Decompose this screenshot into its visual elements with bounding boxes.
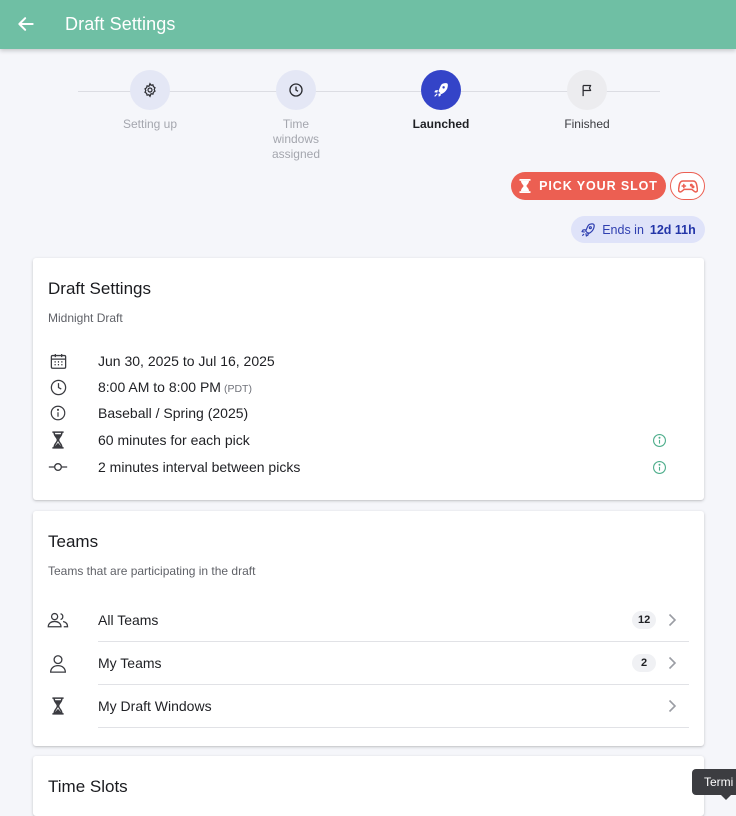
info-circle-icon bbox=[652, 460, 666, 474]
gamepad-button[interactable] bbox=[670, 172, 705, 200]
step-label: Finished bbox=[564, 117, 610, 131]
group-icon bbox=[47, 612, 69, 628]
step-finished: Finished bbox=[537, 70, 637, 132]
hours-text: 8:00 AM to 8:00 PM bbox=[98, 379, 221, 395]
setting-row-dates: Jun 30, 2025 to Jul 16, 2025 bbox=[33, 348, 704, 374]
tooltip-arrow bbox=[720, 794, 732, 800]
pick-your-slot-button[interactable]: PICK YOUR SLOT bbox=[511, 172, 666, 200]
row-icon bbox=[47, 456, 69, 478]
pick-your-slot-label: PICK YOUR SLOT bbox=[539, 179, 658, 193]
hourglass-icon bbox=[52, 431, 64, 449]
count-badge: 12 bbox=[632, 611, 657, 629]
step-circle bbox=[567, 70, 607, 110]
step-setting-up: Setting up bbox=[100, 70, 200, 132]
card-subtitle: Teams that are participating in the draf… bbox=[48, 564, 256, 578]
setting-text: Baseball / Spring (2025) bbox=[98, 405, 249, 421]
pick-time-info-button[interactable] bbox=[651, 432, 667, 448]
info-circle-icon bbox=[652, 433, 666, 447]
step-launched: Launched bbox=[391, 70, 491, 132]
rocket-icon bbox=[434, 83, 448, 97]
hourglass-icon bbox=[52, 697, 64, 715]
all-teams-item[interactable]: All Teams 12 bbox=[33, 599, 704, 642]
calendar-icon bbox=[50, 353, 66, 369]
step-circle bbox=[130, 70, 170, 110]
ends-in-value: 12d 11h bbox=[649, 222, 696, 237]
ends-in-prefix: Ends in bbox=[602, 222, 644, 237]
person-icon bbox=[50, 654, 66, 673]
app-bar: Draft Settings bbox=[0, 0, 736, 49]
time-slots-card: Time Slots bbox=[33, 756, 704, 816]
card-subtitle: Midnight Draft bbox=[48, 311, 123, 325]
step-time-windows: Time windows assigned bbox=[246, 70, 346, 162]
interval-info-button[interactable] bbox=[651, 459, 667, 475]
info-circle-icon bbox=[50, 405, 66, 421]
flag-icon bbox=[582, 84, 591, 96]
card-title: Teams bbox=[48, 532, 99, 551]
item-label: My Teams bbox=[98, 655, 162, 671]
page-title: Draft Settings bbox=[65, 14, 176, 34]
clock-icon bbox=[289, 83, 303, 97]
gear-icon bbox=[144, 82, 156, 98]
card-title: Draft Settings bbox=[48, 279, 151, 298]
step-label: Time windows assigned bbox=[271, 117, 321, 161]
setting-text: 2 minutes interval between picks bbox=[98, 459, 301, 475]
clock-icon bbox=[50, 379, 66, 395]
draft-status-stepper: Setting up Time windows assigned Launche… bbox=[0, 70, 736, 170]
row-icon bbox=[47, 429, 69, 451]
item-label: All Teams bbox=[98, 612, 159, 628]
back-button[interactable] bbox=[14, 12, 38, 36]
teams-card: Teams Teams that are participating in th… bbox=[33, 511, 704, 746]
step-circle bbox=[276, 70, 316, 110]
chevron-right-icon bbox=[664, 698, 680, 714]
setting-row-sport: Baseball / Spring (2025) bbox=[33, 400, 704, 426]
row-icon bbox=[47, 695, 69, 717]
hourglass-icon bbox=[519, 179, 531, 193]
draft-settings-card: Draft Settings Midnight Draft Jun 30, 20… bbox=[33, 258, 704, 500]
row-icon bbox=[47, 609, 69, 631]
row-icon bbox=[47, 402, 69, 424]
chevron-right-icon bbox=[664, 612, 680, 628]
card-title: Time Slots bbox=[48, 777, 128, 796]
row-icon bbox=[47, 652, 69, 674]
gamepad-icon bbox=[677, 180, 698, 193]
setting-text: 60 minutes for each pick bbox=[98, 432, 250, 448]
setting-row-interval: 2 minutes interval between picks bbox=[33, 454, 704, 480]
tooltip: Termi bbox=[692, 769, 736, 795]
count-badge: 2 bbox=[632, 654, 656, 672]
step-label: Launched bbox=[412, 117, 470, 131]
item-label: My Draft Windows bbox=[98, 698, 212, 714]
setting-text: Jun 30, 2025 to Jul 16, 2025 bbox=[98, 353, 275, 369]
rocket-icon bbox=[581, 222, 595, 237]
row-icon bbox=[47, 376, 69, 398]
interval-icon bbox=[48, 463, 68, 471]
step-circle bbox=[421, 70, 461, 110]
setting-row-hours: 8:00 AM to 8:00 PM (PDT) bbox=[33, 374, 704, 400]
ends-in-badge: Ends in 12d 11h bbox=[571, 216, 705, 243]
timezone-label: (PDT) bbox=[223, 383, 252, 395]
chevron-right-icon bbox=[664, 655, 680, 671]
setting-row-pick-time: 60 minutes for each pick bbox=[33, 427, 704, 453]
arrow-left-icon bbox=[18, 17, 34, 31]
my-teams-item[interactable]: My Teams 2 bbox=[33, 642, 704, 685]
step-label: Setting up bbox=[122, 117, 178, 131]
my-draft-windows-item[interactable]: My Draft Windows bbox=[33, 685, 704, 728]
divider bbox=[98, 727, 689, 728]
setting-text: 8:00 AM to 8:00 PM (PDT) bbox=[98, 379, 252, 395]
row-icon bbox=[47, 350, 69, 372]
